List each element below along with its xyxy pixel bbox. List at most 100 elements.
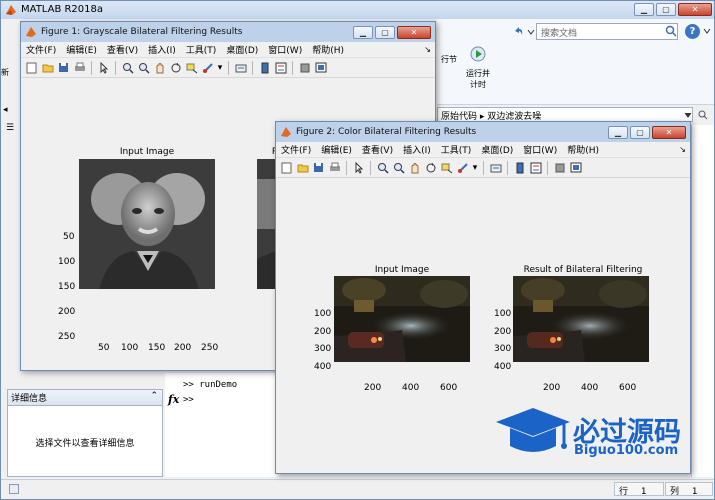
data-cursor-icon[interactable] [185, 61, 198, 74]
pointer-icon[interactable] [97, 61, 110, 74]
menu-file[interactable]: 文件(F) [21, 43, 61, 56]
help-chevron-icon[interactable] [703, 27, 711, 35]
zoom-in-icon[interactable] [121, 61, 134, 74]
rotate-3d-icon[interactable] [424, 161, 437, 174]
einstein-grayscale-image [79, 159, 215, 289]
status-row-value: 1 [640, 487, 647, 497]
brush-dropdown-icon[interactable]: ▾ [217, 61, 223, 74]
menubar-dock-icon[interactable]: ↘ [424, 45, 431, 54]
legend-icon[interactable] [529, 161, 542, 174]
brush-icon[interactable] [201, 61, 214, 74]
open-file-icon[interactable] [41, 61, 54, 74]
menu-insert[interactable]: 插入(I) [143, 43, 181, 56]
matlab-close-button[interactable]: ✕ [678, 3, 712, 16]
matlab-minimize-button[interactable]: ▁ [634, 3, 654, 16]
pan-icon[interactable] [408, 161, 421, 174]
undo-icon[interactable] [513, 25, 523, 37]
pointer-icon[interactable] [352, 161, 365, 174]
ribbon-run-section-label[interactable]: 行节 [437, 55, 461, 65]
menu-view[interactable]: 查看(V) [102, 43, 143, 56]
menu-window[interactable]: 窗口(W) [518, 143, 562, 156]
run-and-time-label-1[interactable]: 运行并 [459, 69, 497, 79]
current-folder-path[interactable]: 原始代码 ▸ 双边滤波去噪 [437, 107, 693, 122]
function-browser-icon[interactable]: fx [168, 393, 179, 406]
matlab-titlebar: MATLAB R2018a ▁ ▢ ✕ [1, 1, 714, 19]
figure2-right-axes-title: Result of Bilateral Filtering [523, 265, 643, 275]
legend-icon[interactable] [274, 61, 287, 74]
menu-desktop[interactable]: 桌面(D) [221, 43, 263, 56]
y-tick-label: 300 [494, 344, 512, 354]
menu-file[interactable]: 文件(F) [276, 143, 316, 156]
y-tick-label: 100 [58, 257, 76, 267]
details-collapse-icon[interactable]: ⌃ [150, 391, 158, 401]
search-input[interactable]: 搜索文档 [536, 23, 678, 40]
figure1-close-button[interactable]: ✕ [397, 25, 431, 39]
save-icon[interactable] [312, 161, 325, 174]
menu-help[interactable]: 帮助(H) [562, 143, 604, 156]
run-and-time-icon[interactable] [469, 45, 487, 63]
menu-help[interactable]: 帮助(H) [307, 43, 349, 56]
menu-edit[interactable]: 编辑(E) [316, 143, 357, 156]
matlab-logo-icon [6, 5, 16, 15]
command-window[interactable]: >> runDemo fx >> [165, 373, 277, 477]
show-plot-tools-icon[interactable] [569, 161, 582, 174]
menu-tools[interactable]: 工具(T) [181, 43, 222, 56]
menu-edit[interactable]: 编辑(E) [61, 43, 102, 56]
path-dropdown-icon[interactable] [684, 111, 692, 119]
link-plot-icon[interactable] [234, 61, 247, 74]
menu-desktop[interactable]: 桌面(D) [476, 143, 518, 156]
colorbar-icon[interactable] [258, 61, 271, 74]
show-plot-tools-icon[interactable] [314, 61, 327, 74]
run-and-time-label-2[interactable]: 计时 [459, 80, 497, 90]
save-icon[interactable] [57, 61, 70, 74]
chevron-down-icon[interactable] [527, 28, 535, 36]
menu-tools[interactable]: 工具(T) [436, 143, 477, 156]
help-icon[interactable]: ? [685, 24, 700, 39]
colorbar-icon[interactable] [513, 161, 526, 174]
figure2-menubar: 文件(F) 编辑(E) 查看(V) 插入(I) 工具(T) 桌面(D) 窗口(W… [276, 142, 690, 158]
x-tick-label: 400 [581, 383, 599, 393]
figure2-maximize-button[interactable]: ▢ [630, 125, 650, 139]
toolbar-separator [292, 60, 293, 75]
pan-icon[interactable] [153, 61, 166, 74]
menu-insert[interactable]: 插入(I) [398, 143, 436, 156]
figure1-axes-title: Input Image [119, 147, 175, 157]
link-plot-icon[interactable] [489, 161, 502, 174]
left-edge-menu-icon[interactable]: ☰ [6, 123, 14, 133]
x-tick-label: 400 [402, 383, 420, 393]
toolbar-separator [547, 160, 548, 175]
figure1-minimize-button[interactable]: ▁ [353, 25, 373, 39]
menu-view[interactable]: 查看(V) [357, 143, 398, 156]
left-edge-arrow-icon[interactable]: ◂ [3, 105, 17, 119]
data-cursor-icon[interactable] [440, 161, 453, 174]
new-figure-icon[interactable] [25, 61, 38, 74]
brush-dropdown-icon[interactable]: ▾ [472, 161, 478, 174]
print-icon[interactable] [73, 61, 86, 74]
figure2-minimize-button[interactable]: ▁ [608, 125, 628, 139]
details-panel: 详细信息 ⌃ 选择文件以查看详细信息 [7, 389, 163, 477]
zoom-out-icon[interactable] [392, 161, 405, 174]
night-street-input-image [334, 276, 470, 362]
search-icon[interactable] [665, 25, 677, 37]
command-prompt[interactable]: >> [183, 395, 194, 405]
toolbar-separator [252, 60, 253, 75]
search-folder-icon[interactable] [698, 110, 708, 120]
menu-window[interactable]: 窗口(W) [263, 43, 307, 56]
rotate-3d-icon[interactable] [169, 61, 182, 74]
figure2-close-button[interactable]: ✕ [652, 125, 686, 139]
hide-plot-tools-icon[interactable] [298, 61, 311, 74]
menubar-dock-icon[interactable]: ↘ [679, 145, 686, 154]
open-file-icon[interactable] [296, 161, 309, 174]
figure1-titlebar[interactable]: Figure 1: Grayscale Bilateral Filtering … [21, 22, 435, 42]
new-figure-icon[interactable] [280, 161, 293, 174]
zoom-out-icon[interactable] [137, 61, 150, 74]
brush-icon[interactable] [456, 161, 469, 174]
y-tick-label: 400 [314, 362, 332, 372]
zoom-in-icon[interactable] [376, 161, 389, 174]
figure1-maximize-button[interactable]: ▢ [375, 25, 395, 39]
figure2-titlebar[interactable]: Figure 2: Color Bilateral Filtering Resu… [276, 122, 690, 142]
print-icon[interactable] [328, 161, 341, 174]
hide-plot-tools-icon[interactable] [553, 161, 566, 174]
y-tick-label: 200 [494, 327, 512, 337]
matlab-maximize-button[interactable]: ▢ [656, 3, 676, 16]
